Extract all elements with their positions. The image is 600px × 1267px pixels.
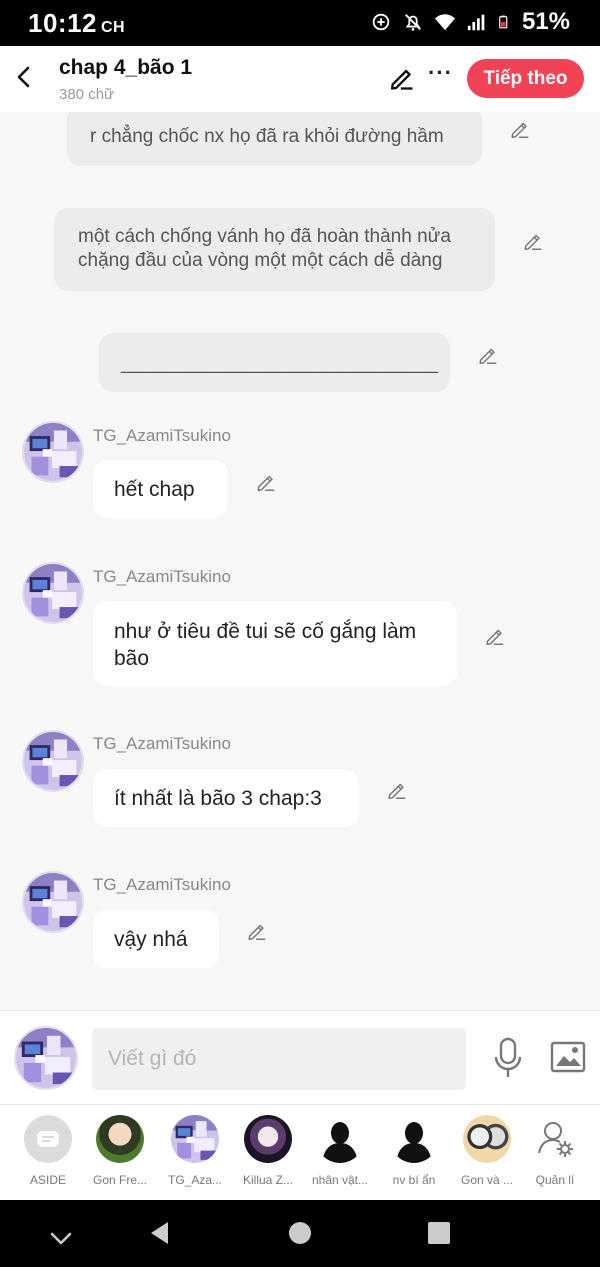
username: TG_AzamiTsukino: [93, 567, 231, 586]
microphone-icon[interactable]: [493, 1037, 523, 1079]
back-arrow-icon[interactable]: [12, 62, 36, 92]
character-aside[interactable]: ASIDE: [13, 1115, 83, 1187]
chat-text: vậy nhá: [114, 928, 188, 951]
character-label: nv bí ẩn: [392, 1173, 436, 1187]
message-input[interactable]: [92, 1028, 466, 1090]
next-button[interactable]: Tiếp theo: [467, 59, 584, 98]
aside-icon: [24, 1115, 72, 1163]
character-label: Killua Z...: [242, 1173, 293, 1187]
story-header: chap 4_bão 1 380 chữ ··· Tiếp theo: [0, 46, 600, 112]
narration-bubble[interactable]: một cách chống vánh họ đã hoàn thành nửa…: [54, 208, 495, 291]
chat-text: như ở tiêu đề tui sẽ cố gắng làm bão: [114, 620, 417, 670]
message-input-wrapper: [92, 1028, 466, 1090]
more-options-icon[interactable]: ···: [428, 62, 452, 92]
image-icon[interactable]: [550, 1041, 586, 1073]
battery-percent: 51%: [521, 8, 570, 35]
narration-text: r chẳng chốc nx họ đã ra khỏi đường hầm: [90, 126, 444, 147]
back-triangle-icon[interactable]: [148, 1220, 174, 1246]
signal-icon: [467, 14, 485, 31]
username: TG_AzamiTsukino: [93, 875, 231, 894]
data-saver-icon: [372, 13, 390, 31]
edit-icon[interactable]: [477, 344, 499, 366]
status-bar: 10:12 CH 51%: [0, 0, 600, 46]
edit-icon[interactable]: [509, 118, 531, 140]
recents-square-icon[interactable]: [426, 1220, 452, 1246]
chat-bubble[interactable]: hết chap: [93, 460, 228, 518]
chapter-title: chap 4_bão 1: [59, 56, 193, 79]
narration-bubble[interactable]: r chẳng chốc nx họ đã ra khỏi đường hầm: [67, 112, 482, 166]
composer: [0, 1010, 600, 1104]
character-avatar: [96, 1115, 144, 1163]
character-avatar: [463, 1115, 511, 1163]
silhouette-icon: [390, 1115, 438, 1163]
character-gon[interactable]: Gon Fre...: [85, 1115, 155, 1187]
chevron-down-icon[interactable]: [48, 1226, 74, 1252]
avatar[interactable]: [22, 562, 84, 624]
character-label: TG_Aza...: [167, 1173, 223, 1187]
clock-time: 10:12: [28, 8, 97, 38]
avatar[interactable]: [22, 730, 84, 792]
edit-icon[interactable]: [484, 625, 506, 647]
character-gon-va[interactable]: Gon và ...: [452, 1115, 522, 1187]
message-list: r chẳng chốc nx họ đã ra khỏi đường hầm …: [0, 112, 600, 1010]
wifi-icon: [434, 14, 456, 31]
word-count: 380 chữ: [59, 86, 115, 103]
username: TG_AzamiTsukino: [93, 734, 231, 753]
username: TG_AzamiTsukino: [93, 426, 231, 445]
chat-bubble[interactable]: như ở tiêu đề tui sẽ cố gắng làm bão: [93, 601, 457, 686]
character-label: ASIDE: [29, 1173, 66, 1187]
character-label: Quản lí: [535, 1173, 575, 1187]
character-tg-azami[interactable]: TG_Aza...: [160, 1115, 230, 1187]
character-label: Gon Fre...: [92, 1173, 148, 1187]
character-killua[interactable]: Killua Z...: [233, 1115, 303, 1187]
manage-characters-icon: [538, 1122, 573, 1157]
home-circle-icon[interactable]: [287, 1220, 313, 1246]
avatar[interactable]: [22, 871, 84, 933]
narration-text: ______________________________: [121, 353, 439, 374]
bell-off-icon: [404, 14, 421, 31]
edit-title-icon[interactable]: [388, 64, 416, 92]
current-character-avatar[interactable]: [14, 1026, 78, 1090]
character-nv-bi-an[interactable]: nv bí ẩn: [379, 1115, 449, 1187]
narration-text: một cách chống vánh họ đã hoàn thành nửa…: [78, 226, 451, 271]
edit-icon[interactable]: [386, 779, 408, 801]
character-label: Gon và ...: [460, 1173, 514, 1187]
character-avatar: [171, 1115, 219, 1163]
edit-icon[interactable]: [246, 920, 268, 942]
chat-text: ít nhất là bão 3 chap:3: [114, 787, 322, 810]
character-label: nhân vật...: [311, 1173, 369, 1187]
system-nav-bar: [0, 1200, 600, 1267]
chat-bubble[interactable]: vậy nhá: [93, 910, 219, 968]
character-bar: ASIDE Gon Fre... TG_Aza... Killua Z... n…: [0, 1104, 600, 1200]
narration-bubble[interactable]: ______________________________: [99, 333, 450, 392]
chat-bubble[interactable]: ít nhất là bão 3 chap:3: [93, 769, 359, 827]
edit-icon[interactable]: [255, 471, 277, 493]
status-icons: 51%: [370, 8, 570, 36]
chat-text: hết chap: [114, 478, 195, 501]
battery-icon: [499, 15, 508, 29]
edit-icon[interactable]: [522, 230, 544, 252]
clock-ampm: CH: [101, 19, 126, 36]
character-nhan-vat[interactable]: nhân vật...: [305, 1115, 375, 1187]
avatar[interactable]: [22, 421, 84, 483]
silhouette-icon: [316, 1115, 364, 1163]
character-avatar: [244, 1115, 292, 1163]
character-manager[interactable]: Quản lí: [520, 1115, 590, 1187]
clock: 10:12 CH: [28, 8, 125, 39]
